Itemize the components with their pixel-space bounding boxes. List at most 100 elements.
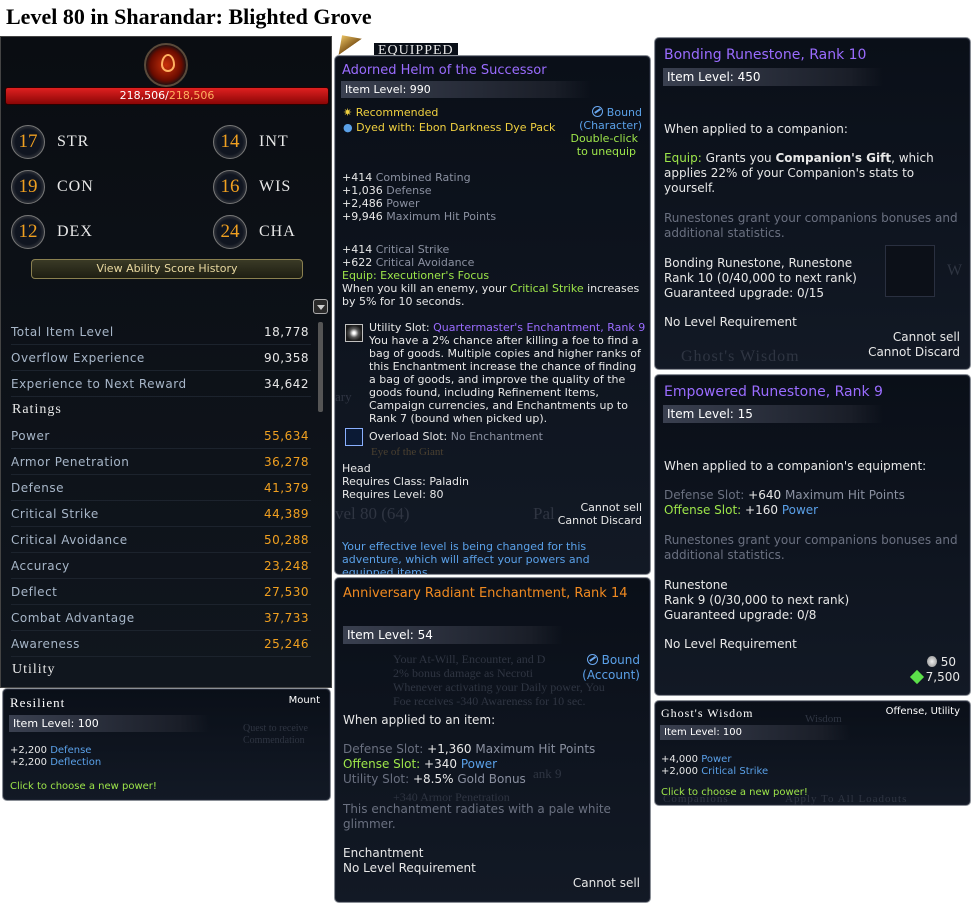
- background-text: ank 9: [533, 766, 562, 781]
- stat-value: +2,200: [10, 745, 48, 756]
- cannot-sell: Cannot sell: [580, 501, 642, 514]
- slot-stat: Power: [460, 757, 498, 771]
- slot-label: Utility Slot:: [343, 772, 410, 786]
- defense-slot-line: Defense Slot: +1,360 Maximum Hit Points: [343, 742, 595, 756]
- companion-item-icon: [885, 245, 935, 297]
- ratings-heading: Ratings: [12, 402, 62, 417]
- ability-score: 12: [11, 215, 45, 249]
- rating-row: Critical Strike 44,389: [11, 501, 311, 527]
- stat-value: 23,248: [264, 559, 309, 573]
- stat-label: Defense: [11, 481, 64, 495]
- enchantment-icon[interactable]: [345, 324, 363, 342]
- slot-stat: Maximum Hit Points: [784, 488, 905, 502]
- stat-value: +4,000: [661, 754, 699, 765]
- slot-label: Utility Slot:: [369, 321, 430, 334]
- background-text: W: [947, 262, 963, 279]
- empty-slot-icon[interactable]: [345, 428, 363, 446]
- bound-type: (Account): [582, 668, 640, 682]
- stat-label: Critical Avoidance: [375, 256, 475, 269]
- character-sheet-panel: 218,506/218,506 17 STR 14 INT 19 CON 16 …: [0, 36, 332, 688]
- stat-label: Defense: [386, 184, 432, 197]
- ghosts-wisdom-tooltip[interactable]: Wisdom Companions Apply To All Loadouts …: [654, 700, 971, 806]
- stat-label: Power: [386, 197, 420, 210]
- empowered-runestone-tooltip[interactable]: Empowered Runestone, Rank 9 Item Level: …: [654, 374, 971, 696]
- hit-points-bar: 218,506/218,506: [5, 87, 329, 105]
- summary-row: Overflow Experience 90,358: [11, 345, 311, 371]
- cannot-sell: Cannot sell: [572, 876, 640, 890]
- power-type: Offense, Utility: [885, 706, 960, 717]
- stat-value: 44,389: [264, 507, 309, 521]
- stat-value: +2,000: [661, 766, 699, 777]
- enchant-name: Quartermaster's Enchantment, Rank 9: [433, 321, 646, 334]
- stat-label: Critical Strike: [375, 243, 450, 256]
- stat-value: 34,642: [264, 377, 309, 391]
- ability-score: 19: [11, 170, 45, 204]
- astral-diamond-icon: [909, 669, 924, 685]
- cannot-sell: Cannot sell: [892, 330, 960, 344]
- collapse-toggle[interactable]: [313, 299, 328, 314]
- scrollbar[interactable]: [318, 322, 323, 412]
- applied-heading: When applied to an item:: [343, 713, 496, 727]
- slot-label: Offense Slot:: [664, 503, 742, 517]
- slot-stat: Gold Bonus: [457, 772, 526, 786]
- price-silver: 50: [926, 655, 956, 669]
- dye-icon: ●: [343, 121, 353, 134]
- stat-value: 27,530: [264, 585, 309, 599]
- bound-status: Bound: [586, 653, 640, 667]
- stat-value: +414: [342, 171, 373, 184]
- defense-slot-line: Defense Slot: +640 Maximum Hit Points: [664, 488, 905, 502]
- gold-amount: 7,500: [925, 670, 960, 684]
- stat-label: Maximum Hit Points: [386, 210, 497, 223]
- level-requirement: No Level Requirement: [664, 315, 797, 329]
- stat-label: Armor Penetration: [11, 455, 130, 469]
- desc-bold: Companion's Gift: [775, 151, 892, 165]
- item-name: Anniversary Radiant Enchantment, Rank 14: [343, 586, 628, 601]
- equip-label: Equip:: [664, 151, 702, 165]
- bonding-runestone-tooltip[interactable]: W Ghost's Wisdom Bonding Runestone, Rank…: [654, 37, 971, 370]
- stat-label: Critical Avoidance: [11, 533, 128, 547]
- resilient-power-tooltip[interactable]: Quest to receive Commendation Resilient …: [2, 688, 331, 801]
- slot-value: +640: [748, 488, 782, 502]
- stat-value: +414: [342, 243, 373, 256]
- slot-label: Defense Slot:: [343, 742, 424, 756]
- stat-value: 36,278: [264, 455, 309, 469]
- background-text: Wisdom: [805, 713, 842, 725]
- ability-label: WIS: [259, 178, 292, 195]
- power-title: Resilient: [10, 695, 66, 710]
- stat-label: Experience to Next Reward: [11, 377, 187, 391]
- stat-value: 41,379: [264, 481, 309, 495]
- unequip-hint: to unequip: [576, 145, 636, 158]
- enchantment-tooltip[interactable]: Your At-Will, Encounter, and D 2% bonus …: [334, 577, 651, 903]
- stat-value: +9,946: [342, 210, 383, 223]
- equip-power-desc: by 5% for 10 seconds.: [342, 295, 465, 308]
- stat-label: Defense: [50, 745, 92, 756]
- ability-label: DEX: [57, 223, 93, 240]
- silver-amount: 50: [940, 655, 956, 669]
- rating-row: Power 55,634: [11, 423, 311, 449]
- equip-power-desc: When you kill an enemy, your Critical St…: [342, 282, 639, 295]
- stat-line: +2,200 Deflection: [10, 757, 101, 768]
- recommended-label: Recommended: [355, 106, 439, 119]
- item-level: Item Level: 990: [341, 81, 591, 98]
- price-gold: 7,500: [909, 669, 960, 685]
- equipped-header: Equipped: [334, 35, 464, 61]
- slot-label: Overload Slot:: [369, 430, 448, 443]
- background-text: Ghost's Wisdom: [681, 348, 800, 365]
- item-type: Runestone: [664, 578, 728, 592]
- view-ability-history-button[interactable]: View Ability Score History: [31, 259, 303, 279]
- stat-label: Deflect: [11, 585, 58, 599]
- ability-score: 16: [213, 170, 247, 204]
- equipped-item-tooltip[interactable]: Eye of the Giant vel 80 (64) Pal ary Ado…: [334, 55, 651, 575]
- level-requirement: No Level Requirement: [664, 637, 797, 651]
- applied-heading: When applied to a companion:: [664, 122, 848, 136]
- stat-label: Deflection: [50, 757, 102, 768]
- bound-type: (Character): [579, 119, 642, 132]
- dye-prefix: Dyed with:: [356, 121, 416, 134]
- rating-row: Combat Advantage 37,733: [11, 605, 311, 631]
- background-text: Whenever activating your Daily power, Yo…: [393, 680, 605, 694]
- stat-label: Combat Advantage: [11, 611, 135, 625]
- ability-score: 24: [213, 215, 247, 249]
- level-requirement: No Level Requirement: [343, 861, 476, 875]
- stat-value: 55,634: [264, 429, 309, 443]
- power-type: Mount: [288, 695, 320, 706]
